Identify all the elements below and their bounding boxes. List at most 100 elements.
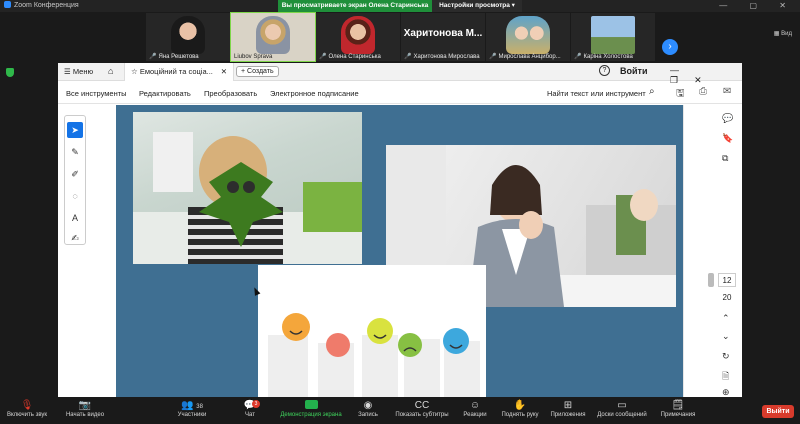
participant-name: Liubov Sprava [234,54,273,60]
share-banner: Вы просматриваете экран Олена Старинська… [278,0,522,12]
unmute-button[interactable]: 🎙 Включить звук [6,400,48,418]
whiteboards-button[interactable]: ▭ Доски сообщений [594,400,650,418]
participants-icon: 👥 38 [181,400,203,411]
convert-tab[interactable]: Преобразовать [204,89,257,98]
apps-button[interactable]: ⊞ Приложения [548,400,588,418]
acrobat-title-bar: ☰ Меню ⌂ ☆ Емоційний та соціа... ✕ + Созд… [58,63,742,85]
participant-tile[interactable]: 🎤 Каріна Холостова [571,13,655,61]
mic-muted-icon: 🎤 [489,54,497,60]
comment-panel-icon[interactable]: 💬 [722,113,733,124]
video-off-icon: 📷 [78,400,92,411]
photo-boy-with-leaf [133,112,362,264]
view-button[interactable]: ▦ Вид [774,30,792,37]
cc-icon: CC [414,400,430,411]
participant-tile[interactable]: 🎤 Олена Старинська [316,13,400,61]
reactions-button[interactable]: ☺ Реакции [460,400,490,418]
reaction-icon: ☺ [469,400,481,411]
leave-meeting-button[interactable]: Выйти [762,405,794,418]
zoom-logo-icon [4,1,11,8]
show-captions-button[interactable]: CC Показать субтитры [392,400,452,418]
participant-tile[interactable]: 🎤 Яна Решетова [146,13,230,61]
pdf-page-canvas[interactable] [116,105,683,399]
search-icon[interactable]: ⌕ [649,86,655,97]
photo-boy-with-leaf-art [133,132,362,264]
help-icon[interactable]: ? [599,65,610,76]
record-icon: ◉ [363,400,373,411]
page-up-icon[interactable]: ⌃ [722,313,730,324]
esign-tab[interactable]: Электронное подписание [270,89,359,98]
view-options-button[interactable]: Настройки просмотра ▾ [432,0,522,12]
gallery-next-button[interactable]: › [662,39,678,55]
page-scrollbar-thumb[interactable] [708,273,714,287]
participant-big-name: Харитонова М... [403,28,483,39]
close-tab-icon[interactable]: ✕ [221,63,227,81]
pages-icon[interactable]: ⧉ [722,153,728,164]
participant-gallery: 🎤 Яна Решетова Liubov Sprava 🎤 Олена Стари… [0,12,800,62]
highlight-pen-icon[interactable]: ✐ [67,166,83,182]
chat-unread-badge: 3 [252,400,260,408]
participant-tile[interactable]: Харитонова М... 🎤 Харитонова Мирослава [401,13,485,61]
hand-icon: ✋ [513,400,527,411]
participant-video [256,16,290,54]
mic-muted-icon: 🎤 [149,54,157,60]
mic-muted-icon: 🎤 [574,54,582,60]
participant-video [171,16,205,54]
photo-kids-emoji-faces [258,265,486,399]
text-box-icon[interactable]: A [67,210,83,226]
notes-icon: 🗒 [671,400,685,411]
menu-button[interactable]: ☰ Меню [64,67,93,76]
notes-button[interactable]: 🗒 Примечания [658,400,698,418]
home-icon[interactable]: ⌂ [108,66,113,76]
whiteboard-icon: ▭ [617,400,627,411]
star-icon: ☆ [131,67,140,76]
acrobat-toolbar: Все инструменты Редактировать Преобразов… [58,82,742,104]
participant-name: 🎤 Мирослава Анцибор... [489,54,561,60]
email-icon[interactable]: ✉ [723,86,731,97]
participant-name: 🎤 Яна Решетова [149,54,199,60]
current-page-field[interactable]: 12 [718,273,736,287]
start-video-button[interactable]: 📷 Начать видео [60,400,110,418]
fit-page-icon[interactable]: 🗎 [722,369,729,385]
edit-tab[interactable]: Редактировать [139,89,191,98]
shared-screen-acrobat: ☰ Меню ⌂ ☆ Емоційний та соціа... ✕ + Созд… [58,63,742,399]
window-controls[interactable]: — ▢ ✕ [719,0,796,12]
all-tools-tab[interactable]: Все инструменты [66,89,127,98]
save-icon[interactable]: 🖫 [676,86,685,103]
security-shield-icon[interactable] [6,68,14,77]
create-button[interactable]: + Создать [236,66,279,77]
share-banner-message: Вы просматриваете экран Олена Старинська [278,0,432,12]
share-screen-icon [304,400,318,409]
participant-video [591,16,635,54]
print-icon[interactable]: ⎙ [699,86,707,97]
chat-button[interactable]: 💬 3 Чат [236,400,264,418]
participant-video [341,16,375,54]
lasso-draw-icon[interactable]: ◌ [67,188,83,204]
signin-button[interactable]: Войти [620,66,647,76]
record-button[interactable]: ◉ Запись [353,400,383,418]
apps-icon: ⊞ [563,400,573,411]
left-tool-rail: ➤ ✎ ✐ ◌ A ✍ [58,105,116,399]
participants-button[interactable]: 👥 38 Участники [170,400,214,418]
participant-video [506,16,550,54]
quick-tools-palette: ➤ ✎ ✐ ◌ A ✍ [64,115,86,245]
find-text-or-tool[interactable]: Найти текст или инструмент [547,89,646,98]
comment-icon[interactable]: ✎ [67,144,83,160]
rotate-icon[interactable]: ↻ [722,351,730,362]
participant-name: 🎤 Каріна Холостова [574,54,633,60]
right-side-rail: 💬 🔖 ⧉ 12 20 ⌃ ⌄ ↻ 🗎 ⊕ [683,105,742,399]
stamp-sign-icon[interactable]: ✍ [67,230,83,246]
mic-muted-icon: 🎙 [20,400,34,411]
raise-hand-button[interactable]: ✋ Поднять руку [498,400,542,418]
bookmarks-icon[interactable]: 🔖 [722,133,733,144]
page-down-icon[interactable]: ⌄ [722,331,730,342]
document-tab[interactable]: ☆ Емоційний та соціа... ✕ [124,63,234,81]
participant-name: 🎤 Харитонова Мирослава [404,54,480,60]
photo-kids-emoji-faces-art [258,305,486,399]
participant-tile[interactable]: 🎤 Мирослава Анцибор... [486,13,570,61]
mic-muted-icon: 🎤 [319,54,327,60]
participant-name: 🎤 Олена Старинська [319,54,381,60]
select-pointer-icon[interactable]: ➤ [67,122,83,138]
share-screen-button[interactable]: Демонстрация экрана [276,400,346,418]
app-title: Zoom Конференция [4,0,79,12]
participant-tile-active-speaker[interactable]: Liubov Sprava [230,12,316,62]
